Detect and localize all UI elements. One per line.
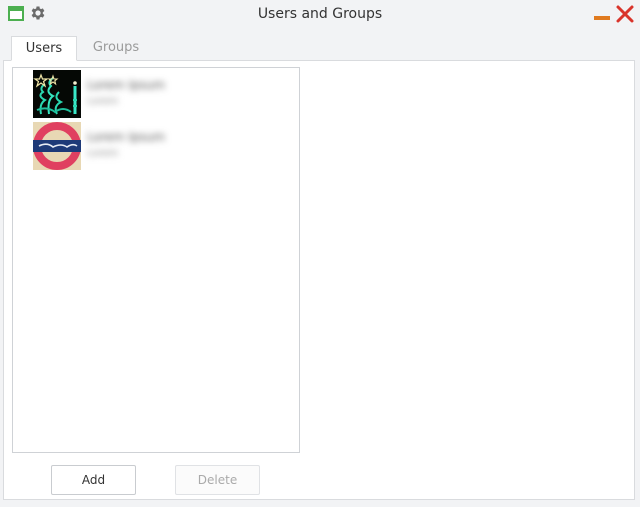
christmas-lights-image [33,70,81,118]
close-icon[interactable] [615,4,635,24]
user-name: Lorem Ipsum [87,78,166,92]
tab-users[interactable]: Users [11,36,77,61]
roundel-sign-image [33,122,81,170]
list-item[interactable]: Lorem Ipsum Lorem [33,70,293,120]
delete-button[interactable]: Delete [175,465,260,495]
window-title: Users and Groups [257,6,383,22]
title-bar: Users and Groups [0,0,640,30]
tab-groups[interactable]: Groups [82,36,150,61]
add-button[interactable]: Add [51,465,136,495]
avatar [33,70,81,118]
user-role: Lorem [87,148,119,159]
user-role: Lorem [87,96,119,107]
users-list[interactable]: Lorem Ipsum Lorem Lorem Ipsum Lorem [12,67,300,453]
user-name: Lorem Ipsum [87,130,166,144]
list-item[interactable]: Lorem Ipsum Lorem [33,122,293,172]
minimize-button[interactable] [594,8,610,20]
avatar [33,122,81,170]
